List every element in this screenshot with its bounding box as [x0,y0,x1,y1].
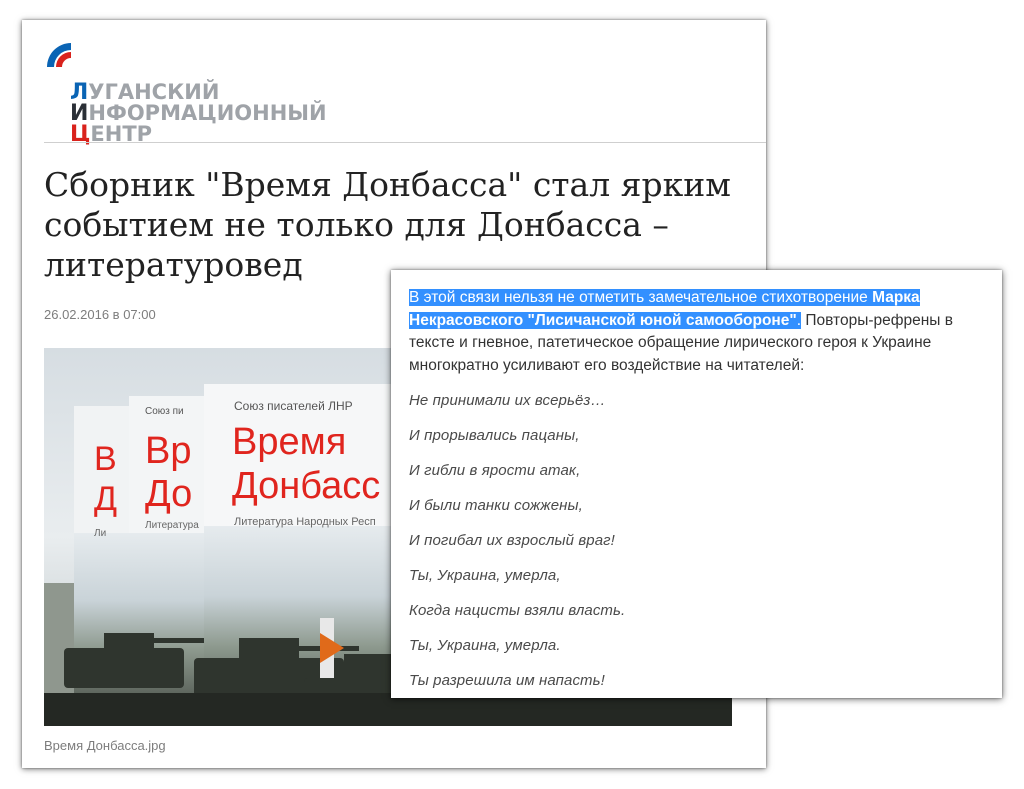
poem-line: Ты, Украина, умерла, [409,567,561,584]
poem-line: Ты разрешила им напасть! [409,672,605,689]
book-back-title-2: Д [94,480,117,518]
logo-line-2: ИНФОРМАЦИОННЫЙ [70,101,327,126]
book-middle-publisher: Союз пи [145,406,184,417]
poem-line: И прорывались пацаны, [409,427,580,444]
article-date: 26.02.2016 в 07:00 [44,307,156,322]
excerpt-card: В этой связи нельзя не отметить замечате… [391,270,1002,698]
site-logo[interactable]: ЛУГАНСКИЙ ИНФОРМАЦИОННЫЙ ЦЕНТР [44,37,334,146]
header-divider [44,142,766,143]
poem-line: И были танки сожжены, [409,497,583,514]
article-headline: Сборник "Время Донбасса" стал ярким собы… [44,165,731,284]
photo-caption: Время Донбасса.jpg [44,738,166,753]
book-back-subtitle: Ли [94,528,106,539]
poem-line: Ты, Украина, умерла. [409,637,561,654]
poem-line: Не принимали их всерьёз… [409,392,606,409]
book-front-title-2: Донбасс [232,465,380,507]
book-middle-subtitle: Литература [145,520,199,531]
book-front-subtitle: Литература Народных Респ [234,516,376,528]
book-middle-title-1: Вр [145,430,191,472]
poem-line: И погибал их взрослый враг! [409,532,615,549]
excerpt-paragraph[interactable]: В этой связи нельзя не отметить замечате… [409,287,994,377]
poem-line: И гибли в ярости атак, [409,462,581,479]
logo-line-1: ЛУГАНСКИЙ [70,80,220,105]
book-middle-title-2: До [145,473,192,515]
poem-line: Когда нацисты взяли власть. [409,602,626,619]
book-back-title-1: В [94,440,117,478]
book-front-title-1: Время [232,421,346,463]
book-front-publisher: Союз писателей ЛНР [234,399,353,413]
logo-arc-icon [47,43,71,67]
